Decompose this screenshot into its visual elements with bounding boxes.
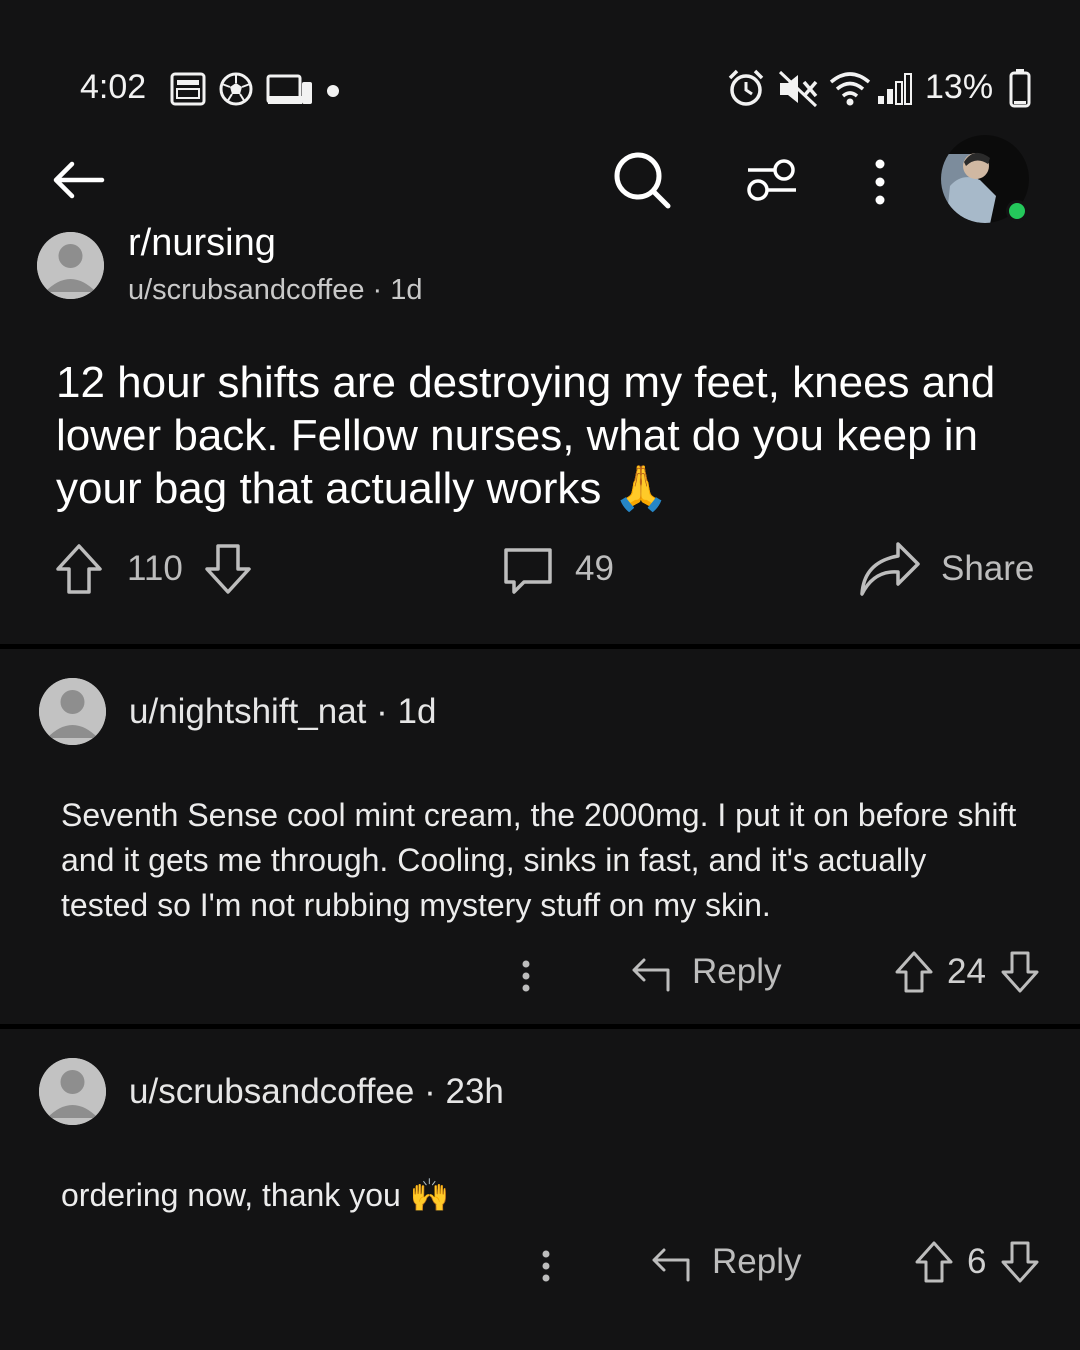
online-status-indicator [1006, 200, 1028, 222]
commenter-avatar[interactable] [39, 1058, 106, 1125]
post-upvote-button[interactable] [54, 542, 104, 596]
wifi-icon [828, 70, 872, 106]
reply-icon[interactable] [630, 954, 674, 994]
comment-upvote-button[interactable] [894, 950, 934, 994]
search-button[interactable] [612, 150, 672, 210]
share-icon[interactable] [858, 540, 922, 598]
status-bar: 4:02 13% [0, 0, 1080, 130]
soccer-ball-icon [218, 71, 254, 107]
dot-icon [326, 84, 340, 98]
reply-icon[interactable] [650, 1244, 694, 1284]
post-downvote-button[interactable] [203, 542, 253, 596]
comment-downvote-button[interactable] [1000, 1240, 1040, 1284]
subreddit-name[interactable]: r/nursing [128, 222, 276, 265]
back-button[interactable] [50, 158, 106, 202]
reply-button[interactable]: Reply [692, 952, 781, 992]
gallery-icon [170, 72, 206, 106]
alarm-icon [726, 68, 766, 108]
comment-meta: u/scrubsandcoffee · 23h [129, 1072, 504, 1111]
comment-score: 24 [947, 952, 986, 991]
more-options-button[interactable] [868, 158, 892, 206]
battery-icon [1009, 68, 1031, 108]
comment-upvote-button[interactable] [914, 1240, 954, 1284]
signal-icon [876, 70, 916, 106]
comment-score: 6 [967, 1242, 987, 1281]
post-vote-count: 110 [127, 549, 183, 588]
comment-downvote-button[interactable] [1000, 950, 1040, 994]
comments-button[interactable] [502, 544, 554, 596]
reply-button[interactable]: Reply [712, 1242, 801, 1282]
comment-body: Seventh Sense cool mint cream, the 2000m… [61, 797, 1017, 923]
comment-more-button[interactable] [534, 1248, 558, 1284]
devices-icon [266, 74, 314, 106]
share-button[interactable]: Share [941, 549, 1034, 589]
post-title: 12 hour shifts are destroying my feet, k… [56, 358, 996, 513]
comment-divider [0, 1024, 1080, 1029]
post-meta: u/scrubsandcoffee · 1d [128, 274, 423, 306]
profile-avatar-button[interactable] [940, 134, 1030, 224]
mute-icon [776, 70, 820, 108]
battery-percent: 13% [925, 68, 994, 106]
section-divider [0, 644, 1080, 649]
commenter-avatar[interactable] [39, 678, 106, 745]
filter-button[interactable] [744, 156, 800, 204]
comment-meta: u/nightshift_nat · 1d [129, 692, 437, 731]
comment-body: ordering now, thank you 🙌 [61, 1177, 450, 1213]
subreddit-avatar[interactable] [37, 232, 104, 299]
status-time: 4:02 [80, 68, 147, 106]
comment-more-button[interactable] [514, 958, 538, 994]
comment-count: 49 [575, 549, 614, 588]
